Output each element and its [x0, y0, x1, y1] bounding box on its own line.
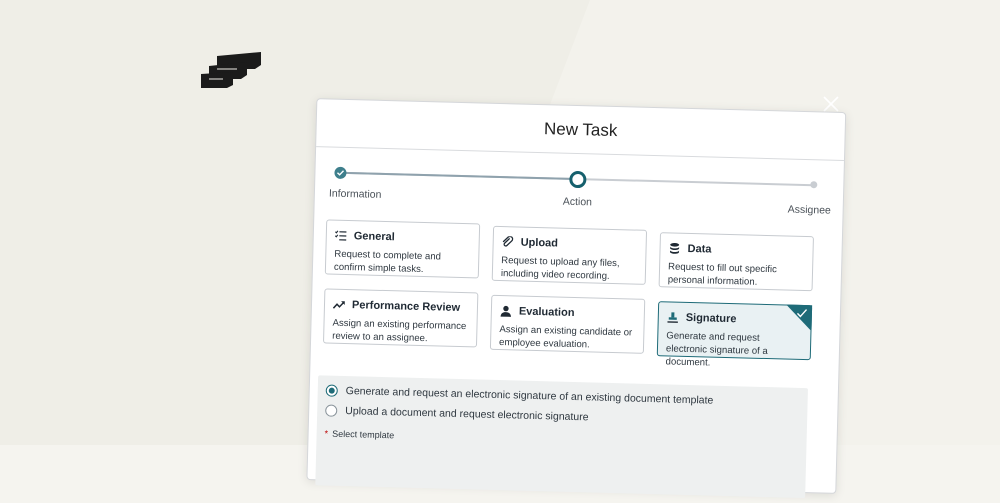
option-upload-document[interactable]: Upload a document and request electronic…: [325, 405, 589, 424]
step-label-assignee: Assignee: [787, 204, 831, 217]
step-assignee-upcoming-icon[interactable]: [810, 181, 817, 188]
option-label: Generate and request an electronic signa…: [346, 385, 714, 407]
stepper-track-done: [339, 172, 580, 180]
modal-title: New Task: [544, 119, 618, 141]
card-title: Signature: [686, 312, 737, 325]
new-task-modal: New Task Information Action Assignee: [306, 98, 846, 494]
signature-options-panel: Generate and request an electronic signa…: [315, 375, 808, 498]
task-type-card-upload[interactable]: Upload Request to upload any files, incl…: [492, 226, 647, 285]
paperclip-icon: [502, 236, 514, 248]
database-icon: [668, 242, 680, 254]
card-description: Request to fill out specific personal in…: [668, 260, 805, 290]
step-information-done-icon[interactable]: [334, 167, 346, 179]
option-label: Upload a document and request electronic…: [345, 405, 589, 423]
trend-up-icon: [333, 299, 345, 311]
checklist-icon: [335, 230, 347, 242]
select-template-label: *Select template: [325, 429, 395, 441]
card-description: Request to complete and confirm simple t…: [334, 248, 471, 278]
option-generate-from-template[interactable]: Generate and request an electronic signa…: [326, 385, 714, 407]
task-type-card-general[interactable]: General Request to complete and confirm …: [325, 219, 480, 278]
check-icon: [336, 169, 344, 177]
progress-stepper: Information Action Assignee: [335, 166, 818, 219]
step-action-current-icon[interactable]: [569, 171, 586, 188]
radio-generate-from-template[interactable]: [326, 385, 338, 397]
required-marker: *: [325, 429, 329, 439]
card-title: General: [354, 230, 395, 243]
check-icon: [796, 307, 808, 319]
task-type-card-signature[interactable]: Signature Generate and request electroni…: [657, 301, 812, 360]
task-type-card-performance-review[interactable]: Performance Review Assign an existing pe…: [323, 288, 478, 347]
card-description: Assign an existing candidate or employee…: [499, 323, 636, 353]
person-icon: [500, 305, 512, 317]
modal-header: New Task: [316, 99, 845, 161]
card-title: Evaluation: [519, 306, 575, 319]
radio-upload-document[interactable]: [325, 405, 337, 417]
template-label-text: Select template: [332, 429, 394, 441]
step-label-information: Information: [329, 188, 382, 201]
modal-scene: New Task Information Action Assignee: [0, 0, 1000, 456]
card-description: Assign an existing performance review to…: [332, 317, 469, 347]
card-title: Data: [687, 243, 711, 256]
card-title: Upload: [521, 237, 559, 250]
card-description: Request to upload any files, including v…: [501, 254, 638, 284]
signature-stamp-icon: [667, 311, 679, 323]
card-title: Performance Review: [352, 299, 460, 314]
step-label-action: Action: [563, 196, 592, 209]
task-type-card-evaluation[interactable]: Evaluation Assign an existing candidate …: [490, 295, 645, 354]
task-type-card-data[interactable]: Data Request to fill out specific person…: [659, 232, 814, 291]
card-description: Generate and request electronic signatur…: [665, 329, 802, 372]
